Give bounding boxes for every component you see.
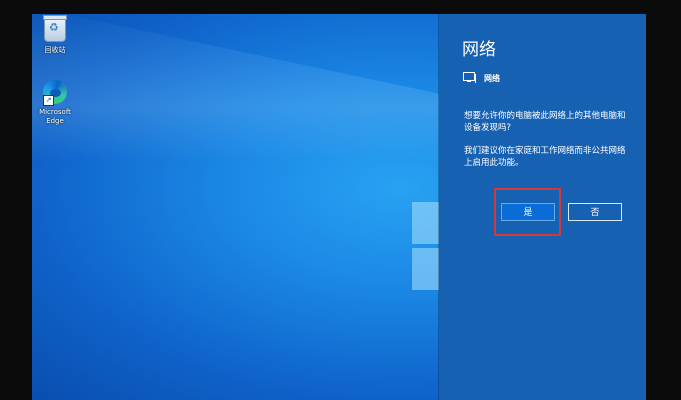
discovery-recommendation: 我们建议你在家庭和工作网络而非公共网络上启用此功能。: [464, 146, 626, 168]
recycle-bin-icon: [42, 15, 68, 44]
yes-button[interactable]: 是: [501, 203, 555, 221]
network-row: 网络: [463, 72, 500, 84]
edge-label: Microsoft Edge: [39, 108, 71, 125]
monitor-network-icon: [463, 72, 476, 84]
discovery-question: 想要允许你的电脑被此网络上的其他电脑和设备发现吗?: [464, 111, 626, 133]
network-name: 网络: [484, 73, 500, 83]
edge-icon: ↗: [42, 80, 68, 106]
no-button[interactable]: 否: [568, 203, 622, 221]
recycle-bin-label: 回收站: [44, 46, 66, 54]
desktop-icon-recycle-bin[interactable]: 回收站: [32, 15, 78, 55]
panel-title: 网络: [462, 40, 496, 60]
shortcut-arrow-icon: ↗: [43, 95, 54, 106]
network-discovery-panel: 网络 网络 想要允许你的电脑被此网络上的其他电脑和设备发现吗? 我们建议你在家庭…: [439, 14, 646, 400]
desktop-icon-edge[interactable]: ↗ Microsoft Edge: [32, 80, 78, 126]
